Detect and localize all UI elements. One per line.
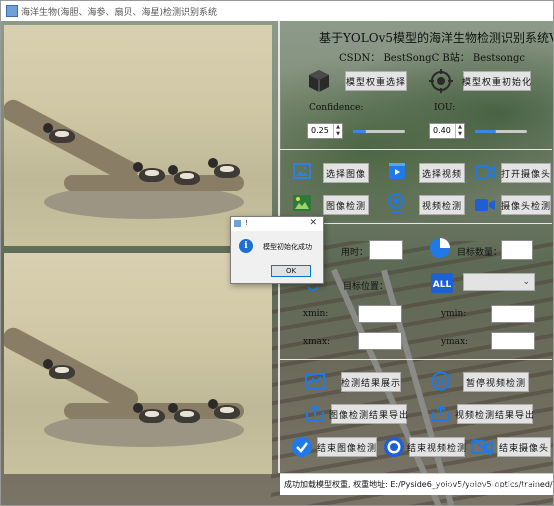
duck [133,162,165,182]
svg-text:ALL: ALL [433,280,452,290]
dialog-title-bar: ! ✕ [231,217,323,231]
confidence-value: 0.25 [311,126,329,135]
video-detect-button[interactable]: 视频检测 [419,195,465,215]
pie-chart-icon [429,237,451,263]
export-icon [431,404,451,426]
target-position-label: 目标位置： [343,282,389,292]
target-icon [429,69,453,97]
iou-label: IOU: [434,103,456,113]
end-camera-button[interactable]: 结束摄像头 [497,437,551,457]
spin-arrows-icon[interactable]: ▲ ▼ [333,124,342,138]
export-icon [305,404,325,426]
xmax-field [358,332,402,350]
duck [168,165,200,185]
app-icon [6,5,18,17]
xmin-label: xmin: [303,309,329,319]
pause-icon [431,371,451,395]
original-image-panel [4,25,272,246]
line-chart-icon [305,373,325,393]
title-bar: 海洋生物(海胆、海参、扇贝、海星)检测识别系统 [1,1,553,21]
ymax-field [491,332,535,350]
confidence-spinbox[interactable]: 0.25 ▲ ▼ [307,123,343,139]
export-image-button[interactable]: 图像检测结果导出 [329,404,408,424]
section-divider [280,149,552,150]
time-label: 用时： [341,248,369,258]
target-select-combo[interactable]: ⌄ [463,273,535,291]
pause-video-button[interactable]: 暂停视频检测 [463,372,529,392]
result-image-panel [4,253,272,474]
image-detect-icon [293,195,311,215]
close-icon[interactable]: ✕ [309,218,317,228]
open-camera-button[interactable]: 打开摄像头 [501,163,551,183]
ymin-field [491,305,535,323]
target-count-label: 目标数量： [457,248,503,258]
video-file-icon [388,162,406,184]
dialog-title: ! [245,219,248,227]
iou-value: 0.40 [433,126,451,135]
info-dialog: ! ✕ i 模型初始化成功 OK [230,216,324,284]
camera-detect-icon [475,197,495,216]
target-count-field [501,240,533,260]
slider-fill [475,130,496,133]
iou-slider[interactable] [475,124,527,138]
camera-icon [475,164,495,184]
app-heading: 基于YOLOv5模型的海洋生物检测识别系统V1.0 [319,31,554,45]
section-divider [280,359,552,360]
dialog-app-icon [234,220,241,227]
show-results-button[interactable]: 检测结果展示 [341,372,401,392]
duck [43,359,75,379]
xmax-label: xmax: [303,337,331,347]
author-info: CSDN： BestSongC B站： Bestsongc [339,53,525,64]
watermark: @稀土掘金技术社区 [431,481,540,495]
select-image-button[interactable]: 选择图像 [323,163,369,183]
app-window: 海洋生物(海胆、海参、扇贝、海星)检测识别系统 基于YOLOv5模型的海洋生物检… [0,0,554,506]
duck [133,403,165,423]
info-icon: i [239,239,253,253]
duck [168,403,200,423]
time-field [369,240,403,260]
window-title: 海洋生物(海胆、海参、扇贝、海星)检测识别系统 [21,8,218,18]
dialog-message: 模型初始化成功 [263,243,312,251]
confidence-label: Confidence: [309,103,364,113]
export-video-button[interactable]: 视频检测结果导出 [455,404,534,424]
stop-circle-icon [383,436,405,462]
duck [43,123,75,143]
ymax-label: ymax: [441,337,469,347]
image-icon [293,163,311,183]
all-targets-icon: ALL [431,273,453,297]
xmin-field [358,305,402,323]
select-video-button[interactable]: 选择视频 [419,163,465,183]
end-image-detect-button[interactable]: 结束图像检测 [317,437,377,457]
check-circle-icon [291,436,313,462]
image-detect-button[interactable]: 图像检测 [323,195,369,215]
camera-detect-button[interactable]: 摄像头检测 [501,195,551,215]
ymin-label: ymin: [441,309,467,319]
end-video-detect-button[interactable]: 结束视频检测 [407,437,466,457]
webcam-icon [387,193,405,217]
cube-icon [307,69,331,97]
duck [208,158,240,178]
camera-off-icon [471,438,493,460]
confidence-slider[interactable] [353,124,405,138]
chevron-down-icon[interactable]: ⌄ [522,277,530,287]
slider-fill [353,130,366,133]
duck [208,399,240,419]
select-weights-button[interactable]: 模型权重选择 [345,71,407,91]
spin-arrows-icon[interactable]: ▲ ▼ [455,124,464,138]
dialog-ok-button[interactable]: OK [271,265,311,277]
init-weights-button[interactable]: 模型权重初始化 [462,71,531,91]
iou-spinbox[interactable]: 0.40 ▲ ▼ [429,123,465,139]
